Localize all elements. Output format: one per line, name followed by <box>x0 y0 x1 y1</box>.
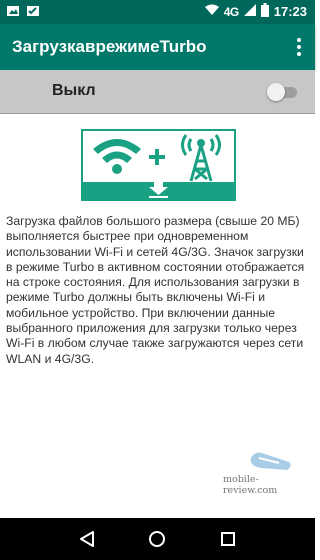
back-icon <box>80 531 94 547</box>
turbo-toggle[interactable] <box>267 83 297 101</box>
app-bar: ЗагрузкаврежимеTurbo <box>0 24 315 70</box>
watermark-logo-icon <box>250 452 291 470</box>
page-title: ЗагрузкаврежимеTurbo <box>12 37 207 56</box>
illustration-graphic <box>93 134 221 182</box>
wifi-icon <box>204 4 219 19</box>
toggle-thumb <box>267 83 285 101</box>
download-arrow-icon <box>149 182 168 198</box>
turbo-illustration <box>81 129 236 201</box>
signal-icon <box>243 4 256 19</box>
wifi-icon <box>93 139 141 174</box>
cell-tower-icon <box>181 134 221 182</box>
switch-state-label: Выкл <box>52 82 96 99</box>
status-left-icons <box>6 4 40 23</box>
home-icon <box>149 531 165 547</box>
status-time: 17:23 <box>273 4 307 19</box>
recents-button[interactable] <box>203 518 253 560</box>
recents-icon <box>221 532 235 546</box>
turbo-switch-bar[interactable]: Выкл <box>0 70 315 114</box>
battery-icon <box>260 3 269 20</box>
watermark-text: mobile-review.com <box>223 474 278 496</box>
status-bar: 4G 17:23 <box>0 0 315 24</box>
back-button[interactable] <box>62 518 112 560</box>
home-button[interactable] <box>132 518 182 560</box>
turbo-description: Загрузка файлов большого размера (свыше … <box>6 214 305 366</box>
overflow-menu-icon[interactable] <box>297 38 301 56</box>
nav-bar <box>0 518 315 560</box>
download-band <box>83 182 234 199</box>
watermark: mobile-review.com <box>223 448 303 496</box>
network-type: 4G <box>223 4 240 19</box>
status-right: 4G 17:23 <box>204 3 307 20</box>
image-icon <box>26 4 40 23</box>
plus-icon <box>149 149 165 165</box>
gallery-icon <box>6 4 20 23</box>
